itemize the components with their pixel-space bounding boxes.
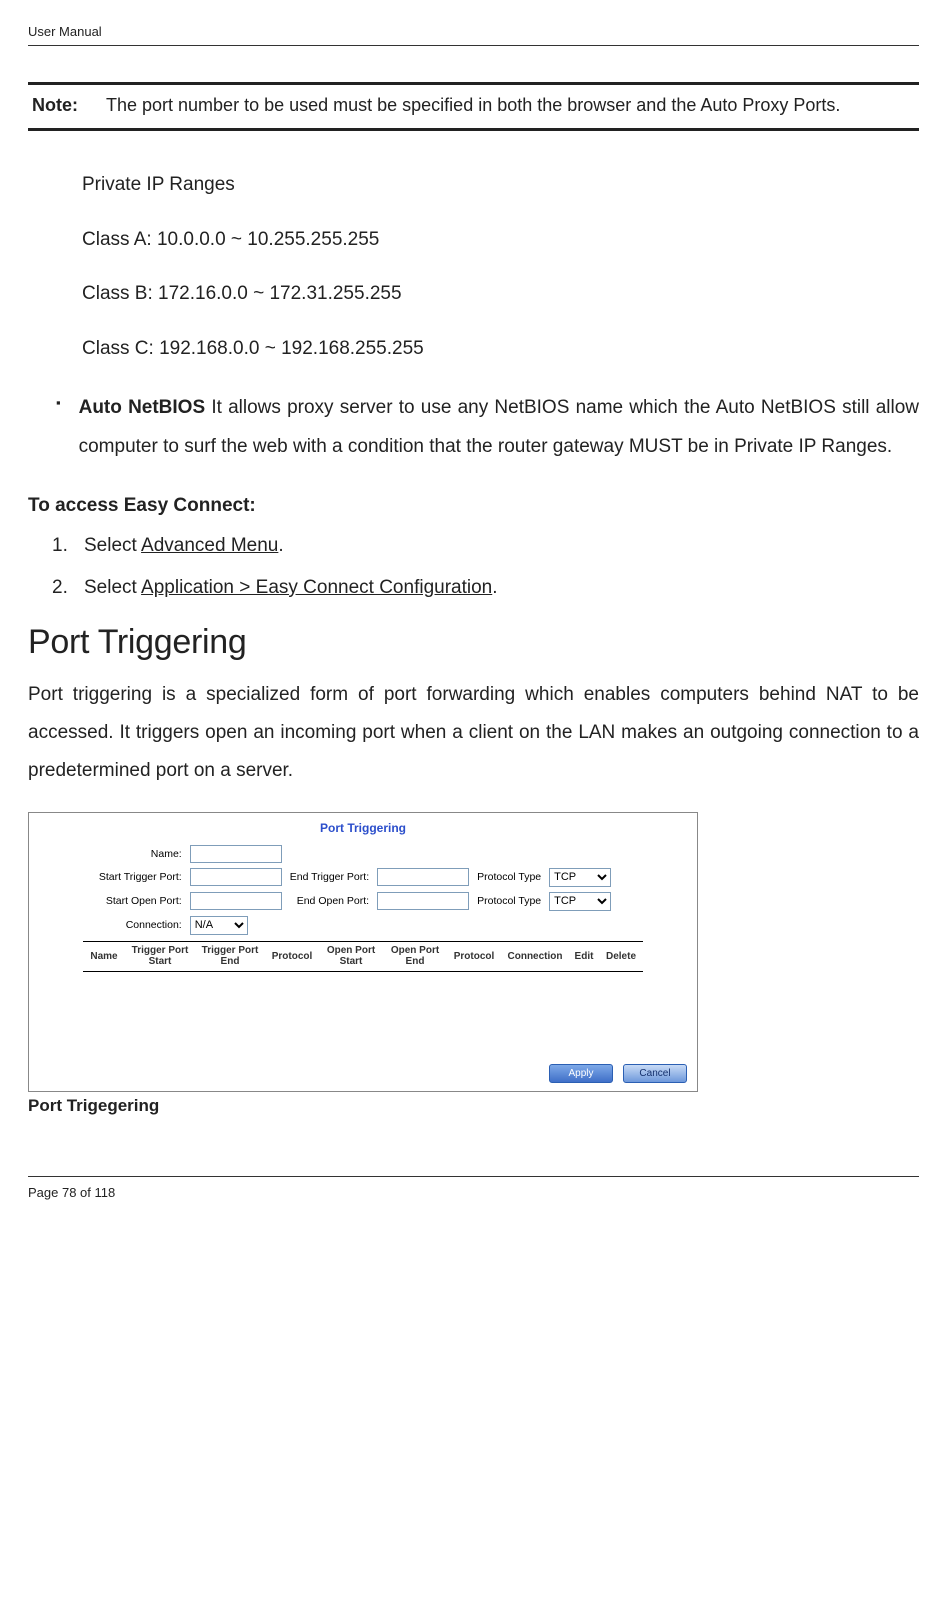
start-trigger-label: Start Trigger Port: — [99, 871, 182, 883]
end-open-label: End Open Port: — [290, 895, 369, 907]
th-name: Name — [83, 945, 125, 968]
apply-button[interactable]: Apply — [549, 1064, 613, 1083]
protocol-type-select-2[interactable]: TCP — [549, 892, 611, 911]
connection-select[interactable]: N/A — [190, 916, 248, 935]
name-label: Name: — [99, 848, 182, 860]
note-block: Note: The port number to be used must be… — [28, 82, 919, 131]
step1-link[interactable]: Advanced Menu — [141, 535, 278, 556]
protocol-type-select-1[interactable]: TCP — [549, 868, 611, 887]
step2-link[interactable]: Application > Easy Connect Configuration — [141, 577, 492, 598]
access-heading: To access Easy Connect: — [28, 495, 919, 517]
auto-netbios-term: Auto NetBIOS — [79, 397, 206, 418]
cancel-button[interactable]: Cancel — [623, 1064, 687, 1083]
note-label: Note: — [28, 95, 84, 116]
pt-button-row: Apply Cancel — [549, 1064, 687, 1083]
port-triggering-panel: Port Triggering Name: Start Trigger Port… — [28, 812, 698, 1092]
private-ip-heading: Private IP Ranges — [82, 171, 919, 200]
pt-panel-title: Port Triggering — [37, 821, 689, 835]
access-step-1: 1. Select Advanced Menu. — [28, 535, 919, 557]
th-delete: Delete — [599, 945, 643, 968]
pt-table-header: Name Trigger Port Start Trigger Port End… — [83, 941, 643, 972]
pt-form: Name: Start Trigger Port: End Trigger Po… — [83, 845, 643, 935]
auto-netbios-body: Auto NetBIOS It allows proxy server to u… — [79, 389, 919, 467]
header-title: User Manual — [28, 24, 102, 39]
end-trigger-label: End Trigger Port: — [290, 871, 369, 883]
connection-label: Connection: — [99, 919, 182, 931]
th-open-start: Open Port Start — [319, 945, 383, 968]
step1-number: 1. — [52, 535, 72, 557]
th-edit: Edit — [569, 945, 599, 968]
figure-caption: Port Trigegering — [28, 1096, 919, 1116]
step2-text: Select — [84, 577, 141, 598]
end-trigger-input[interactable] — [377, 868, 469, 886]
note-text: The port number to be used must be speci… — [106, 95, 919, 116]
end-open-input[interactable] — [377, 892, 469, 910]
step2-suffix: . — [492, 577, 497, 598]
port-triggering-title: Port Triggering — [28, 623, 919, 662]
step1-suffix: . — [278, 535, 283, 556]
main-content: Note: The port number to be used must be… — [28, 46, 919, 1116]
th-trigger-end: Trigger Port End — [195, 945, 265, 968]
name-input[interactable] — [190, 845, 282, 863]
th-connection: Connection — [501, 945, 569, 968]
step2-body: Select Application > Easy Connect Config… — [84, 577, 498, 599]
private-ip-block: Private IP Ranges Class A: 10.0.0.0 ~ 10… — [28, 171, 919, 363]
start-open-label: Start Open Port: — [99, 895, 182, 907]
page-number: Page 78 of 118 — [28, 1185, 115, 1200]
auto-netbios-desc: It allows proxy server to use any NetBIO… — [79, 397, 919, 457]
private-ip-class-b: Class B: 172.16.0.0 ~ 172.31.255.255 — [82, 280, 919, 309]
protocol-type-label-2: Protocol Type — [477, 895, 541, 907]
step1-body: Select Advanced Menu. — [84, 535, 284, 557]
start-open-input[interactable] — [190, 892, 282, 910]
step1-text: Select — [84, 535, 141, 556]
private-ip-class-a: Class A: 10.0.0.0 ~ 10.255.255.255 — [82, 226, 919, 255]
th-protocol-2: Protocol — [447, 945, 501, 968]
start-trigger-input[interactable] — [190, 868, 282, 886]
protocol-type-label-1: Protocol Type — [477, 871, 541, 883]
private-ip-class-c: Class C: 192.168.0.0 ~ 192.168.255.255 — [82, 335, 919, 364]
port-triggering-body: Port triggering is a specialized form of… — [28, 676, 919, 790]
page-header: User Manual — [28, 24, 919, 46]
page-footer: Page 78 of 118 — [28, 1176, 919, 1200]
th-protocol: Protocol — [265, 945, 319, 968]
th-trigger-start: Trigger Port Start — [125, 945, 195, 968]
bullet-marker-icon: ▪ — [56, 389, 61, 467]
auto-netbios-item: ▪ Auto NetBIOS It allows proxy server to… — [28, 389, 919, 467]
step2-number: 2. — [52, 577, 72, 599]
th-open-end: Open Port End — [383, 945, 447, 968]
access-step-2: 2. Select Application > Easy Connect Con… — [28, 577, 919, 599]
